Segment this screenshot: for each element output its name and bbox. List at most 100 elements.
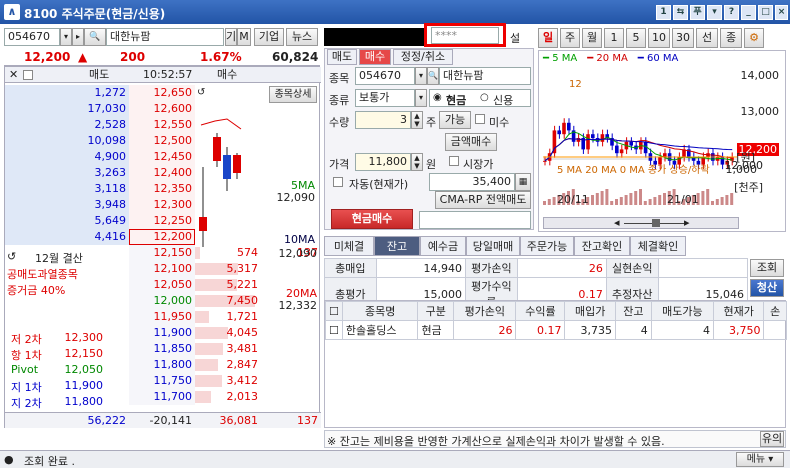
- tab-sell[interactable]: 매도: [327, 49, 357, 65]
- balance-tab[interactable]: 예수금: [420, 236, 466, 256]
- cash-buy-button[interactable]: 현금매수: [331, 209, 413, 229]
- inquire-button[interactable]: 조회: [750, 259, 784, 277]
- settings-gear-icon[interactable]: ⚙: [744, 28, 764, 48]
- column-header[interactable]: 종목명: [341, 301, 419, 321]
- order-code-dropdown-icon[interactable]: ▾: [415, 67, 427, 85]
- chart-tab[interactable]: 선일: [696, 28, 718, 62]
- ask-price[interactable]: 12,450: [129, 149, 195, 165]
- radio-cash-icon[interactable]: ◉: [433, 92, 442, 103]
- tab-buy[interactable]: 매수: [359, 49, 391, 65]
- refresh-icon[interactable]: ↺: [197, 87, 205, 98]
- qty-stepper[interactable]: ▲ ▼: [411, 111, 423, 129]
- ask-price[interactable]: 12,300: [129, 197, 195, 213]
- chart-tab[interactable]: 일: [538, 28, 558, 48]
- maximize-icon[interactable]: □: [758, 5, 773, 20]
- column-header[interactable]: 구분: [417, 301, 455, 321]
- radio-credit-label[interactable]: 신용: [493, 92, 513, 108]
- price-stepper[interactable]: ▲ ▼: [411, 153, 423, 171]
- balance-tab[interactable]: 체결확인: [630, 236, 686, 256]
- column-header[interactable]: 평가손익: [453, 301, 517, 321]
- x-icon[interactable]: ✕: [9, 67, 18, 83]
- ask-price[interactable]: 12,650: [129, 85, 195, 101]
- bid-price[interactable]: 12,000: [129, 293, 195, 309]
- radio-cash-label[interactable]: 현금: [446, 92, 466, 108]
- price-input[interactable]: 11,800: [355, 153, 411, 171]
- gi-button[interactable]: 기: [225, 28, 237, 46]
- ask-price[interactable]: 12,350: [129, 181, 195, 197]
- checkbox[interactable]: [23, 70, 33, 80]
- minimize-icon[interactable]: _: [741, 5, 756, 20]
- cma-rp-sell-button[interactable]: CMA-RP 전액매도: [435, 191, 531, 209]
- bid-price[interactable]: 12,100: [129, 261, 195, 277]
- balance-tab[interactable]: 잔고확인: [574, 236, 630, 256]
- kind-dropdown-icon[interactable]: ▾: [415, 89, 427, 107]
- menu-button[interactable]: 메뉴 ▾: [736, 452, 784, 467]
- ask-price[interactable]: 12,600: [129, 101, 195, 117]
- scroll-right-icon[interactable]: ▸: [684, 216, 690, 229]
- search-icon[interactable]: 🔍: [84, 28, 106, 46]
- column-header[interactable]: 매입가: [564, 301, 616, 321]
- info-icon[interactable]: 1: [656, 5, 671, 20]
- column-header[interactable]: 매도가능: [650, 301, 714, 321]
- calculator-icon[interactable]: ▦: [515, 173, 531, 191]
- help-icon[interactable]: ?: [724, 5, 739, 20]
- ask-price[interactable]: 12,500: [129, 133, 195, 149]
- ask-price[interactable]: 12,250: [129, 213, 195, 229]
- chart-tab[interactable]: 종일: [720, 28, 742, 62]
- bid-price[interactable]: 11,750: [129, 373, 195, 389]
- tab-modify-cancel[interactable]: 정정/취소: [393, 49, 453, 65]
- code-dropdown-icon[interactable]: ▾: [60, 28, 72, 46]
- play-icon[interactable]: ▸: [72, 28, 84, 46]
- balance-tab[interactable]: 당일매매: [466, 236, 520, 256]
- chart-tab[interactable]: 1: [604, 28, 624, 48]
- amount-buy-button[interactable]: 금액매수: [445, 133, 497, 151]
- settle-button[interactable]: 청산: [750, 279, 784, 297]
- bid-price[interactable]: 11,700: [129, 389, 195, 405]
- market-price-checkbox[interactable]: [449, 156, 459, 166]
- order-search-icon[interactable]: 🔍: [427, 67, 439, 85]
- balance-tab[interactable]: 주문가능: [520, 236, 574, 256]
- bid-price[interactable]: 12,150: [129, 245, 195, 261]
- balance-tab[interactable]: 잔고: [374, 236, 420, 256]
- qty-input[interactable]: 3: [355, 111, 411, 129]
- m-button[interactable]: M: [237, 28, 251, 46]
- column-header[interactable]: 손: [763, 301, 787, 321]
- company-button[interactable]: 기업: [254, 28, 284, 46]
- ask-price[interactable]: 12,200: [129, 229, 195, 245]
- scroll-left-icon[interactable]: ◂: [614, 216, 620, 229]
- chart-tab[interactable]: 10: [648, 28, 670, 48]
- close-icon[interactable]: ×: [775, 5, 788, 20]
- bid-price[interactable]: 11,800: [129, 357, 195, 373]
- radio-credit-icon[interactable]: ○: [480, 92, 489, 103]
- pin-icon[interactable]: 푸: [690, 5, 705, 20]
- refresh-icon[interactable]: ↺: [7, 250, 16, 263]
- scroll-thumb[interactable]: [652, 219, 660, 227]
- chart-tab[interactable]: 주: [560, 28, 580, 48]
- menu-icon[interactable]: ▾: [707, 5, 722, 20]
- column-header[interactable]: 수익률: [515, 301, 566, 321]
- caution-button[interactable]: 유의: [760, 431, 784, 447]
- available-button[interactable]: 가능: [439, 111, 471, 129]
- row-checkbox[interactable]: ☐: [325, 320, 343, 340]
- miso-checkbox[interactable]: [475, 114, 485, 124]
- balance-tab[interactable]: 미체결: [324, 236, 374, 256]
- stock-code-input[interactable]: 054670: [4, 28, 60, 46]
- column-header[interactable]: 잔고: [614, 301, 652, 321]
- bid-price[interactable]: 11,850: [129, 341, 195, 357]
- chart-scrollbar[interactable]: ◂ ▸: [543, 216, 739, 229]
- column-header[interactable]: 현재가: [712, 301, 765, 321]
- chart-tab[interactable]: 5: [626, 28, 646, 48]
- link-icon[interactable]: ⇆: [673, 5, 688, 20]
- settings-label[interactable]: 설: [510, 30, 520, 46]
- chart-tab[interactable]: 30: [672, 28, 694, 48]
- select-all-checkbox[interactable]: ☐: [325, 301, 343, 321]
- ask-price[interactable]: 12,400: [129, 165, 195, 181]
- password-input[interactable]: ****: [431, 27, 499, 44]
- ask-price[interactable]: 12,550: [129, 117, 195, 133]
- account-selector[interactable]: [324, 28, 424, 46]
- bid-price[interactable]: 12,050: [129, 277, 195, 293]
- auto-price-checkbox[interactable]: [333, 177, 343, 187]
- order-kind-select[interactable]: 보통가: [355, 89, 415, 107]
- bid-price[interactable]: 11,900: [129, 325, 195, 341]
- news-button[interactable]: 뉴스: [286, 28, 318, 46]
